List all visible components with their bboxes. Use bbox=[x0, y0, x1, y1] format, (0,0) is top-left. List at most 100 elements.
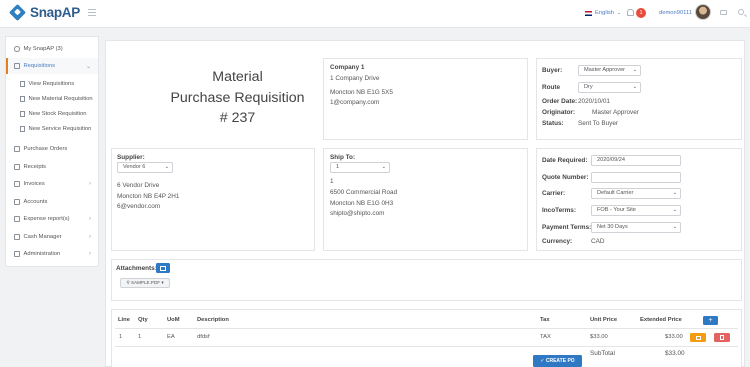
incoterms-label: IncoTerms: bbox=[542, 207, 576, 214]
buyer-select[interactable]: Master Approver ⌄ bbox=[578, 65, 641, 76]
sidebar-subitem-new-stock[interactable]: New Stock Requisition bbox=[20, 111, 87, 117]
logo[interactable]: SnapAP bbox=[9, 4, 80, 21]
cell-description: dfdsf bbox=[197, 334, 210, 340]
shipto-line-0: 1 bbox=[330, 178, 334, 185]
sidebar-item-label: Expense report(s) bbox=[23, 216, 70, 222]
supplier-select-value: Vendor 6 bbox=[123, 164, 146, 170]
document-icon bbox=[20, 126, 25, 132]
order-date-value: 2020/10/01 bbox=[578, 98, 610, 105]
requisition-number: # 237 bbox=[219, 110, 256, 126]
edit-line-button[interactable] bbox=[690, 333, 706, 342]
supplier-select[interactable]: Vendor 6 ⌄ bbox=[117, 162, 173, 173]
route-label: Route bbox=[542, 84, 561, 91]
subtotal-label: SubTotal bbox=[590, 350, 615, 357]
username[interactable]: demon90111 bbox=[659, 10, 692, 16]
sidebar-item-expense-reports[interactable]: Expense report(s) › bbox=[6, 211, 98, 227]
shipto-address-1: 6500 Commercial Road bbox=[330, 189, 398, 196]
sidebar-item-cash-manager[interactable]: Cash Manager › bbox=[6, 229, 98, 245]
document-icon bbox=[20, 81, 25, 87]
menu-toggle-icon[interactable] bbox=[88, 9, 96, 16]
document-icon bbox=[14, 146, 20, 152]
shipto-select-value: 1 bbox=[336, 164, 340, 170]
col-header-extended-price: Extended Price bbox=[640, 317, 682, 323]
sidebar-subitem-view-requisitions[interactable]: View Requisitions bbox=[20, 81, 74, 87]
date-required-label: Date Required: bbox=[542, 157, 588, 164]
chevron-right-icon: › bbox=[89, 181, 91, 187]
carrier-select[interactable]: Default Carrier ⌄ bbox=[591, 188, 681, 199]
sidebar-item-requisitions[interactable]: Requisitions ⌄ bbox=[6, 58, 98, 74]
attachment-file-button[interactable]: ⚲ SAMPLE.PDF ▾ bbox=[120, 278, 170, 288]
shipto-select[interactable]: 1 ⌄ bbox=[330, 162, 390, 173]
chat-icon[interactable] bbox=[720, 10, 727, 15]
row-divider bbox=[115, 346, 738, 347]
supplier-email: 6@vendor.com bbox=[117, 203, 161, 210]
incoterms-select[interactable]: FOB - Your Site ⌄ bbox=[591, 205, 681, 216]
document-icon bbox=[20, 96, 25, 102]
quote-number-label: Quote Number: bbox=[542, 174, 589, 181]
logo-icon bbox=[9, 4, 26, 21]
quote-number-input[interactable] bbox=[591, 172, 681, 183]
delete-line-button[interactable] bbox=[714, 333, 730, 342]
chevron-down-icon: ⌄ bbox=[672, 190, 677, 196]
document-icon bbox=[14, 63, 20, 69]
company-name: Company 1 bbox=[330, 64, 365, 71]
receipt-icon bbox=[14, 164, 20, 170]
incoterms-select-value: FOB - Your Site bbox=[597, 207, 636, 213]
ledger-icon bbox=[14, 199, 20, 205]
search-icon[interactable] bbox=[738, 9, 744, 15]
currency-value: CAD bbox=[591, 238, 605, 245]
upload-icon bbox=[160, 265, 166, 271]
expense-icon bbox=[14, 216, 20, 222]
bell-icon[interactable] bbox=[627, 9, 634, 16]
supplier-address-1: 6 Vendor Drive bbox=[117, 182, 160, 189]
company-address-2: Moncton NB E1G 5X5 bbox=[330, 89, 393, 96]
chevron-down-icon: ⌄ bbox=[164, 164, 169, 170]
sidebar: My SnapAP (3) Requisitions ⌄ View Requis… bbox=[5, 36, 99, 267]
create-po-button[interactable]: ✓ CREATE PO bbox=[533, 355, 582, 367]
language-selector[interactable]: English ⌄ bbox=[585, 10, 621, 16]
sidebar-item-receipts[interactable]: Receipts bbox=[6, 159, 98, 175]
top-bar: SnapAP English ⌄ 1 demon90111 bbox=[0, 0, 750, 28]
payment-terms-select-value: Net 30 Days bbox=[597, 224, 628, 230]
status-value: Sent To Buyer bbox=[578, 120, 619, 127]
shipto-email: shipto@shipto.com bbox=[330, 210, 385, 217]
buyer-label: Buyer: bbox=[542, 67, 563, 74]
date-required-input[interactable]: 2020/09/24 bbox=[591, 155, 681, 166]
payment-terms-select[interactable]: Net 30 Days ⌄ bbox=[591, 222, 681, 233]
header-divider bbox=[115, 328, 738, 329]
avatar[interactable] bbox=[695, 4, 711, 20]
col-header-qty: Qty bbox=[138, 317, 148, 323]
upload-button[interactable] bbox=[156, 263, 170, 273]
attachments-panel bbox=[111, 259, 742, 301]
sidebar-item-administration[interactable]: Administration › bbox=[6, 246, 98, 262]
originator-label: Originator: bbox=[542, 109, 576, 116]
sidebar-item-accounts[interactable]: Accounts bbox=[6, 194, 98, 210]
chevron-down-icon: ⌄ bbox=[672, 207, 677, 213]
chevron-right-icon: › bbox=[89, 234, 91, 240]
shipto-label: Ship To: bbox=[330, 154, 356, 161]
sidebar-item-my-snapap[interactable]: My SnapAP (3) bbox=[6, 41, 98, 57]
sidebar-item-label: Receipts bbox=[23, 164, 47, 170]
order-date-label: Order Date: bbox=[542, 98, 578, 105]
col-header-line: Line bbox=[118, 317, 130, 323]
language-label: English bbox=[595, 10, 615, 16]
chevron-down-icon: ⌄ bbox=[85, 64, 91, 70]
document-icon bbox=[20, 111, 25, 117]
company-email: 1@company.com bbox=[330, 99, 380, 106]
wrench-icon bbox=[14, 251, 20, 257]
add-line-button[interactable]: + bbox=[703, 316, 718, 325]
sidebar-subitem-new-material[interactable]: New Material Requisition bbox=[20, 96, 93, 102]
sidebar-item-purchase-orders[interactable]: Purchase Orders bbox=[6, 141, 98, 157]
logo-text: SnapAP bbox=[30, 5, 80, 20]
route-select[interactable]: Dry ⌄ bbox=[578, 82, 641, 93]
sidebar-subitem-new-service[interactable]: New Service Requisition bbox=[20, 126, 91, 132]
col-header-tax: Tax bbox=[540, 317, 550, 323]
title-line-1: Material bbox=[212, 69, 263, 85]
route-select-value: Dry bbox=[584, 84, 593, 90]
currency-label: Currency: bbox=[542, 238, 573, 245]
notification-badge[interactable]: 1 bbox=[636, 7, 646, 18]
title-line-2: Purchase Requisition bbox=[170, 89, 305, 106]
sidebar-subitem-label: View Requisitions bbox=[28, 81, 75, 87]
sidebar-item-label: Cash Manager bbox=[23, 234, 62, 240]
sidebar-item-invoices[interactable]: Invoices › bbox=[6, 176, 98, 192]
